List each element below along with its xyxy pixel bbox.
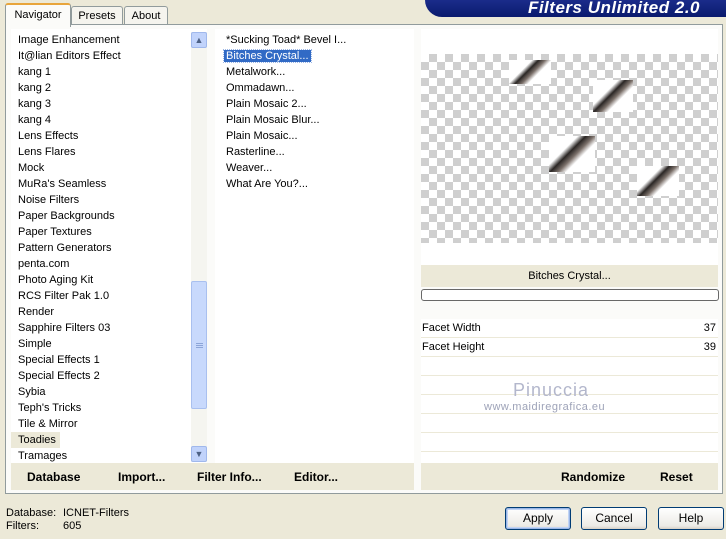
category-item[interactable]: Special Effects 1 bbox=[11, 352, 207, 368]
filter-item-label: *Sucking Toad* Bevel I... bbox=[226, 34, 347, 46]
filter-info-button[interactable]: Filter Info... bbox=[197, 470, 262, 484]
import-button[interactable]: Import... bbox=[118, 470, 165, 484]
filter-item-label: What Are You?... bbox=[226, 178, 308, 190]
param-label: Facet Width bbox=[422, 322, 481, 334]
category-item[interactable]: Toadies bbox=[11, 432, 60, 448]
filter-item[interactable]: Weaver... bbox=[215, 160, 414, 176]
category-item[interactable]: Pattern Generators bbox=[11, 240, 207, 256]
category-item[interactable]: RCS Filter Pak 1.0 bbox=[11, 288, 207, 304]
filter-item-label: Weaver... bbox=[226, 162, 273, 174]
filter-item[interactable]: Metalwork... bbox=[215, 64, 414, 80]
category-item[interactable]: Paper Backgrounds bbox=[11, 208, 207, 224]
category-item[interactable]: Special Effects 2 bbox=[11, 368, 207, 384]
cancel-button[interactable]: Cancel bbox=[581, 507, 647, 530]
category-item[interactable]: Simple bbox=[11, 336, 207, 352]
preview-image bbox=[421, 54, 718, 243]
progress-bar bbox=[421, 289, 719, 301]
filter-item[interactable]: *Sucking Toad* Bevel I... bbox=[215, 32, 414, 48]
filter-item[interactable]: Rasterline... bbox=[215, 144, 414, 160]
chevron-down-icon[interactable]: ▼ bbox=[191, 446, 207, 462]
filter-item[interactable]: Plain Mosaic Blur... bbox=[215, 112, 414, 128]
category-item[interactable]: Image Enhancement bbox=[11, 32, 207, 48]
watermark-name: Pinuccia bbox=[513, 380, 590, 400]
help-button[interactable]: Help bbox=[658, 507, 724, 530]
crystal-shard bbox=[637, 166, 679, 196]
apply-button[interactable]: Apply bbox=[505, 507, 571, 530]
filter-item[interactable]: Bitches Crystal... bbox=[215, 48, 414, 64]
category-item[interactable]: Paper Textures bbox=[11, 224, 207, 240]
watermark-url: www.maidiregrafica.eu bbox=[484, 401, 606, 413]
category-item[interactable]: Lens Effects bbox=[11, 128, 207, 144]
filter-item[interactable]: What Are You?... bbox=[215, 176, 414, 192]
category-scrollbar[interactable]: ▲ ▼ bbox=[191, 32, 207, 462]
app-title: Filters Unlimited 2.0 bbox=[527, 0, 700, 17]
filter-name-label: Bitches Crystal... bbox=[421, 265, 718, 287]
param-value: 37 bbox=[703, 322, 716, 334]
category-item[interactable]: Tramages bbox=[11, 448, 207, 464]
category-item[interactable]: It@lian Editors Effect bbox=[11, 48, 207, 64]
category-item[interactable]: Photo Aging Kit bbox=[11, 272, 207, 288]
category-item[interactable]: Mock bbox=[11, 160, 207, 176]
category-item[interactable]: Teph's Tricks bbox=[11, 400, 207, 416]
filter-item-label: Metalwork... bbox=[226, 66, 286, 78]
status-database: Database: ICNET-Filters bbox=[6, 507, 129, 519]
status-filters-label: Filters: bbox=[6, 520, 39, 532]
category-item[interactable]: Sapphire Filters 03 bbox=[11, 320, 207, 336]
tab-about[interactable]: About bbox=[124, 6, 168, 25]
category-list[interactable]: Image Enhancement It@lian Editors Effect k… bbox=[11, 29, 207, 466]
category-item[interactable]: Sybia bbox=[11, 384, 207, 400]
filter-item-label: Rasterline... bbox=[226, 146, 285, 158]
filter-item[interactable]: Ommadawn... bbox=[215, 80, 414, 96]
crystal-shard bbox=[593, 80, 633, 112]
filter-item[interactable]: Plain Mosaic... bbox=[215, 128, 414, 144]
crystal-shard bbox=[509, 60, 551, 84]
chevron-up-icon[interactable]: ▲ bbox=[191, 32, 207, 48]
tab-navigator[interactable]: Navigator bbox=[5, 3, 71, 27]
scrollbar-thumb[interactable] bbox=[191, 281, 207, 409]
filter-list[interactable]: *Sucking Toad* Bevel I... Bitches Crystal… bbox=[215, 29, 414, 466]
category-item[interactable]: Tile & Mirror bbox=[11, 416, 207, 432]
category-item[interactable]: Render bbox=[11, 304, 207, 320]
crystal-shard bbox=[549, 136, 595, 172]
param-facet-width[interactable]: Facet Width 37 bbox=[421, 319, 718, 338]
editor-button[interactable]: Editor... bbox=[294, 470, 338, 484]
status-database-label: Database: bbox=[6, 507, 57, 519]
filter-item-label: Plain Mosaic Blur... bbox=[226, 114, 320, 126]
category-item[interactable]: Noise Filters bbox=[11, 192, 207, 208]
category-item[interactable]: kang 2 bbox=[11, 80, 207, 96]
tab-presets[interactable]: Presets bbox=[71, 6, 123, 25]
randomize-button[interactable]: Randomize bbox=[561, 470, 625, 484]
category-item[interactable]: MuRa's Seamless bbox=[11, 176, 207, 192]
category-item[interactable]: Lens Flares bbox=[11, 144, 207, 160]
reset-button[interactable]: Reset bbox=[660, 470, 693, 484]
status-database-value: ICNET-Filters bbox=[63, 507, 129, 519]
param-value: 39 bbox=[703, 341, 716, 353]
filter-item[interactable]: Plain Mosaic 2... bbox=[215, 96, 414, 112]
param-facet-height[interactable]: Facet Height 39 bbox=[421, 338, 718, 357]
database-button[interactable]: Database bbox=[27, 470, 80, 484]
category-item[interactable]: penta.com bbox=[11, 256, 207, 272]
category-item[interactable]: kang 3 bbox=[11, 96, 207, 112]
category-item[interactable]: kang 1 bbox=[11, 64, 207, 80]
category-item[interactable]: kang 4 bbox=[11, 112, 207, 128]
filter-item-label: Plain Mosaic 2... bbox=[226, 98, 307, 110]
filter-item-label: Ommadawn... bbox=[226, 82, 295, 94]
param-label: Facet Height bbox=[422, 341, 485, 353]
status-filters-value: 605 bbox=[63, 520, 82, 532]
status-filters: Filters: 605 bbox=[6, 520, 81, 532]
filter-item-label: Bitches Crystal... bbox=[223, 49, 312, 63]
app-banner: Filters Unlimited 2.0 bbox=[425, 0, 726, 17]
filter-item-label: Plain Mosaic... bbox=[226, 130, 298, 142]
